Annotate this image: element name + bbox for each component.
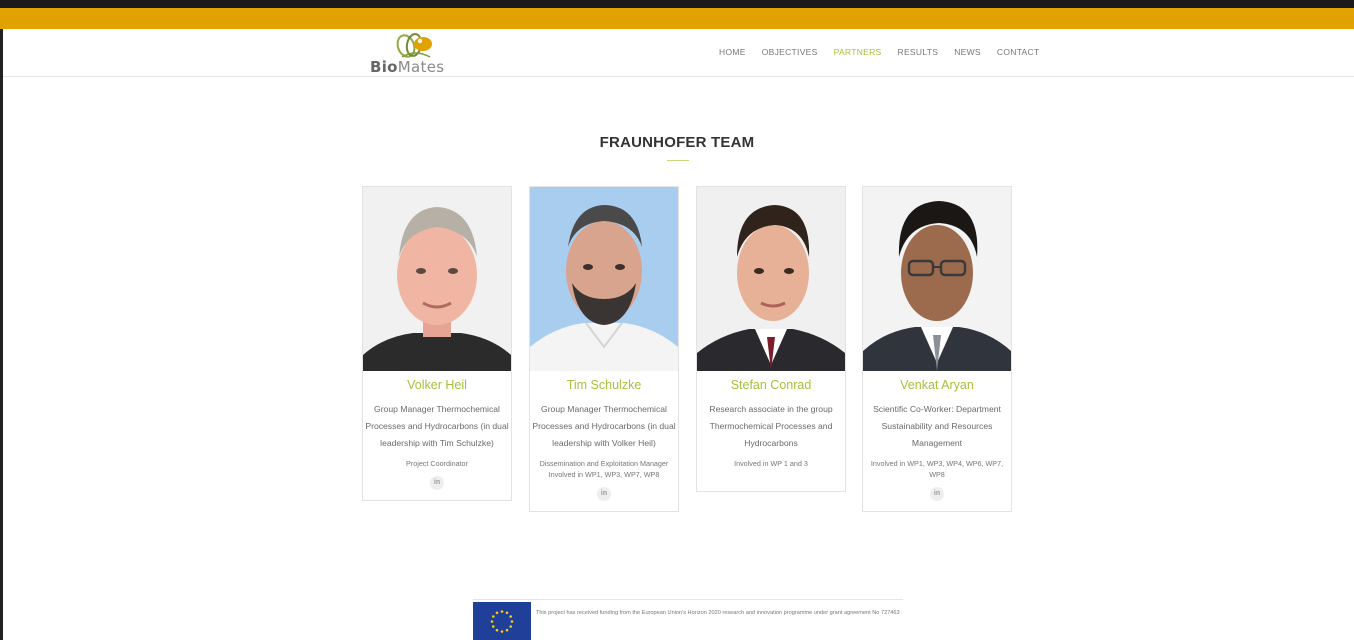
- funding-text: This project has received funding from t…: [536, 610, 900, 616]
- logo-wordmark: BioMates: [370, 58, 445, 76]
- funding-footer: This project has received funding from t…: [473, 599, 903, 640]
- team-card-tim-schulzke: Tim Schulzke Group Manager Thermochemica…: [529, 186, 679, 512]
- member-responsibility: Project Coordinator: [406, 459, 468, 468]
- biomates-logo-icon: [396, 33, 432, 58]
- member-responsibility: Dissemination and Exploitation Manager I…: [539, 459, 669, 479]
- person-photo: [697, 187, 845, 371]
- top-accent-bar: [0, 0, 1354, 29]
- member-name: Volker Heil: [407, 378, 467, 392]
- member-role: Scientific Co-Worker: Department Sustain…: [873, 404, 1001, 448]
- member-role: Group Manager Thermochemical Processes a…: [365, 404, 509, 448]
- person-photo: [363, 187, 511, 371]
- linkedin-icon[interactable]: in: [930, 487, 944, 501]
- nav-home[interactable]: HOME: [719, 47, 746, 57]
- member-name: Venkat Aryan: [900, 378, 974, 392]
- site-header: BioMates HOME OBJECTIVES PARTNERS RESULT…: [3, 29, 1354, 77]
- linkedin-icon[interactable]: in: [430, 476, 444, 490]
- member-responsibility: Involved in WP 1 and 3: [734, 459, 808, 468]
- nav-objectives[interactable]: OBJECTIVES: [762, 47, 818, 57]
- team-card-venkat-aryan: Venkat Aryan Scientific Co-Worker: Depar…: [862, 186, 1012, 512]
- main-navigation: HOME OBJECTIVES PARTNERS RESULTS NEWS CO…: [719, 47, 1055, 57]
- member-responsibility: Involved in WP1, WP3, WP4, WP6, WP7, WP8: [870, 459, 1004, 479]
- nav-news[interactable]: NEWS: [954, 47, 981, 57]
- site-logo[interactable]: BioMates: [370, 31, 460, 77]
- member-name: Stefan Conrad: [730, 378, 812, 392]
- team-card-stefan-conrad: Stefan Conrad Research associate in the …: [696, 186, 846, 492]
- member-name: Tim Schulzke: [566, 378, 642, 392]
- nav-results[interactable]: RESULTS: [898, 47, 939, 57]
- nav-contact[interactable]: CONTACT: [997, 47, 1040, 57]
- section-title: FRAUNHOFER TEAM: [599, 134, 755, 151]
- eu-flag-icon: [473, 602, 531, 640]
- nav-partners[interactable]: PARTNERS: [834, 47, 882, 57]
- person-photo: [530, 187, 678, 371]
- linkedin-icon[interactable]: in: [597, 487, 611, 501]
- member-role: Research associate in the group Thermoch…: [709, 404, 833, 448]
- team-card-volker-heil: Volker Heil Group Manager Thermochemical…: [362, 186, 512, 501]
- person-photo: [863, 187, 1011, 371]
- title-divider: [667, 160, 689, 161]
- member-role: Group Manager Thermochemical Processes a…: [532, 404, 676, 448]
